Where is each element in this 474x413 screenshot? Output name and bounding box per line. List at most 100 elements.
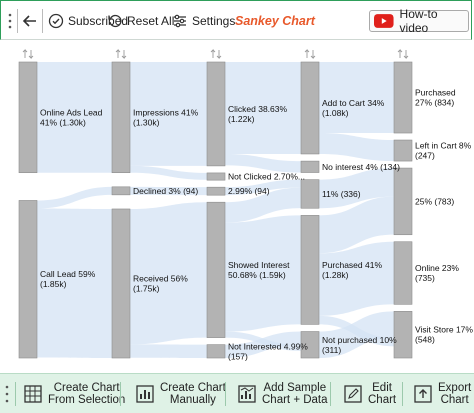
node-nclk[interactable] [206,172,226,181]
label-ads-1: Online Ads Lead [40,107,103,117]
back-button[interactable] [22,1,38,41]
bottom-toolbar: Create Chart From Selection Create Chart… [0,373,474,413]
node-online[interactable] [393,241,413,305]
stage-4-reorder-icon[interactable] [397,48,409,60]
node-store[interactable] [393,311,413,359]
label-store-1: Visit Store 17% [415,325,473,335]
menu-button[interactable] [7,1,17,41]
label-pur41-2: (1.28k) [322,270,349,280]
label-npur-2: (311) [322,345,341,355]
node-m299[interactable] [206,186,226,196]
settings-sliders-icon [174,14,186,28]
edit-chart-button[interactable]: Edit Chart [344,378,396,410]
node-m11[interactable] [300,179,320,209]
create-manual-line2: Manually [169,394,216,406]
how-to-video-label: How-to video [399,7,438,35]
label-m11-1: 11% (336) [322,189,361,199]
node-nint[interactable] [206,344,226,359]
create-manual-line1: Create Chart [160,382,226,394]
label-npur-1: Not purchased 10% [322,335,397,345]
node-pur27[interactable] [393,61,413,134]
top-toolbar: Subscribed Reset All Settings Sankey Cha… [0,0,472,40]
sankey-chart-area: Online Ads Lead 41% (1.30k) Call Lead 59%(… [0,40,474,373]
label-clk-2: (1.22k) [228,114,255,124]
label-online-2: (735) [415,273,435,283]
add-sample-line2: Chart + Data [262,394,328,406]
export-line2: Chart [440,394,469,406]
node-clk[interactable] [206,61,226,167]
label-dec-1: Declined 3% (94) [133,186,198,196]
node-shw[interactable] [206,201,226,338]
node-dec[interactable] [111,186,131,196]
table-grid-icon [24,385,42,403]
create-selection-line2: From Selection [48,394,126,406]
label-left-2: (247) [415,151,435,161]
label-m25-1: 25% (783) [415,196,454,206]
edit-line2: Chart [368,394,397,406]
create-from-selection-button[interactable]: Create Chart From Selection [24,378,125,410]
chart-title: Sankey Chart [235,1,315,41]
link-imp-nclk [130,165,207,180]
settings-button[interactable]: Settings [172,1,235,41]
edit-pencil-icon [344,385,362,403]
back-arrow-icon [22,15,36,27]
chart-title-label: Sankey Chart [235,14,315,28]
label-noint-1: No interest 4% (134) [322,162,400,172]
node-call[interactable] [18,200,38,359]
settings-label: Settings [192,14,236,28]
label-pur27-1: Purchased [415,88,456,98]
node-rec[interactable] [111,208,131,359]
how-to-video-button[interactable]: How-to video [369,7,469,35]
export-icon [414,385,432,403]
grip-icon [8,13,12,29]
label-shw-2: 50.68% (1.59k) [228,270,286,280]
export-line1: Export [438,382,472,394]
bar-chart-icon [136,385,154,403]
link-clk-noint [225,153,301,173]
link-call-dec [37,186,112,209]
stage-1-reorder-icon[interactable] [115,48,127,60]
label-store-2: (548) [415,335,435,345]
link-cart-left [319,133,394,162]
label-online-1: Online 23% [415,263,459,273]
node-cart[interactable] [300,61,320,155]
label-clk-1: Clicked 38.63% [228,104,288,114]
create-selection-line1: Create Chart [53,382,120,394]
node-imp[interactable] [111,61,131,174]
export-chart-button[interactable]: Export Chart [414,378,471,410]
reset-all-label: Reset All [127,14,175,28]
label-cart-1: Add to Cart 34% [322,98,385,108]
label-imp-2: (1.30k) [133,117,160,127]
check-circle-icon [48,13,64,29]
grip-icon [5,385,9,403]
reset-all-button[interactable]: Reset All [107,1,174,41]
label-nint-2: (157) [228,351,248,361]
label-rec-2: (1.75k) [133,283,160,293]
sankey-chart: Online Ads Lead41% (1.30k)Call Lead 59%(… [18,48,473,361]
label-shw-1: Showed Interest [228,260,290,270]
stage-2-reorder-icon[interactable] [210,48,222,60]
label-left-1: Left in Cart 8% [415,141,472,151]
node-ads[interactable] [18,61,38,174]
edit-line1: Edit [372,382,392,394]
label-pur27-2: 27% (834) [415,98,454,108]
node-pur41[interactable] [300,215,320,325]
reset-icon [108,14,122,28]
add-sample-chart-button[interactable]: Add Sample Chart + Data [238,378,328,410]
create-manually-button[interactable]: Create Chart Manually [136,378,226,410]
node-left[interactable] [393,139,413,162]
stage-0-reorder-icon[interactable] [22,48,34,60]
stage-3-reorder-icon[interactable] [304,48,316,60]
label-pur41-1: Purchased 41% [322,260,382,270]
label-nint-1: Not Interested 4.99% [228,341,308,351]
label-imp-1: Impressions 41% [133,107,199,117]
node-m25[interactable] [393,167,413,236]
add-sample-line1: Add Sample [263,382,327,394]
youtube-icon [374,14,394,28]
label-ads-2: 41% (1.30k) [40,117,86,127]
sample-chart-icon [238,385,256,403]
label-call-2: (1.85k) [40,279,67,289]
label-cart-2: (1.08k) [322,108,349,118]
link-rec-nint [130,344,207,358]
label-call-1: Call Lead 59% [40,269,96,279]
